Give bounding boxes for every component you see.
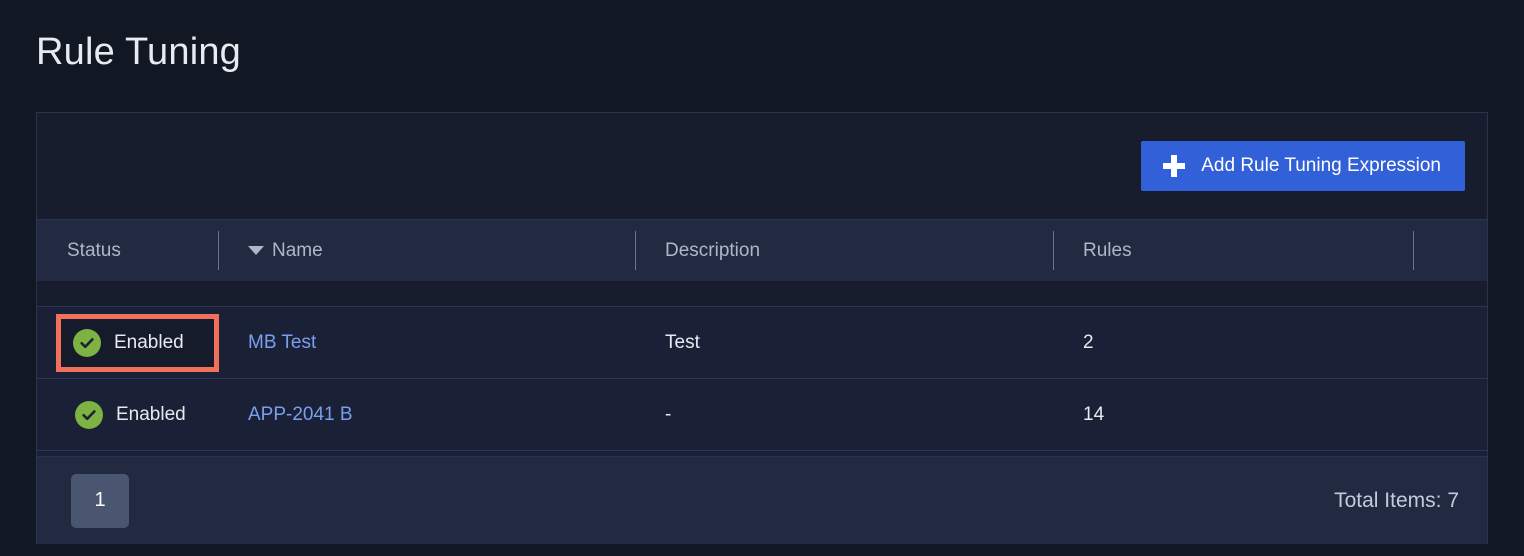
table-toolbar: Add Rule Tuning Expression — [37, 113, 1487, 219]
column-header-status-label: Status — [67, 239, 121, 261]
cell-name: MB Test — [218, 307, 635, 378]
page-title: Rule Tuning — [36, 31, 242, 73]
table-header-row: Status Name Description Rules — [37, 219, 1487, 281]
table-footer: 1 Total Items: 7 — [37, 456, 1487, 544]
status-badge-highlighted: Enabled — [56, 313, 219, 372]
add-rule-tuning-expression-button[interactable]: Add Rule Tuning Expression — [1141, 141, 1465, 191]
cell-description: Test — [665, 331, 700, 353]
column-header-name[interactable]: Name — [218, 220, 635, 281]
cell-actions — [1413, 307, 1487, 378]
pagination-page-1[interactable]: 1 — [71, 473, 129, 528]
cell-rules: 2 — [1083, 331, 1094, 353]
cell-name: APP-2041 B — [218, 379, 635, 450]
column-header-description[interactable]: Description — [635, 220, 1053, 281]
cell-status: Enabled — [37, 307, 219, 378]
check-circle-icon — [75, 400, 103, 429]
table-row[interactable]: Enabled MB Test Test 2 — [37, 307, 1487, 379]
column-header-rules-label: Rules — [1083, 239, 1132, 261]
cell-status: Enabled — [37, 379, 218, 450]
column-header-actions — [1413, 220, 1487, 281]
plus-icon — [1163, 155, 1186, 177]
check-circle-icon — [73, 328, 101, 357]
cell-description: - — [665, 403, 672, 425]
cell-actions — [1413, 379, 1487, 450]
caret-down-icon — [248, 246, 264, 255]
column-header-status[interactable]: Status — [37, 220, 218, 281]
status-badge: Enabled — [67, 395, 200, 435]
rule-name-link[interactable]: MB Test — [248, 332, 316, 354]
rule-tuning-page: Rule Tuning Add Rule Tuning Expression S… — [0, 0, 1524, 556]
status-label: Enabled — [114, 331, 184, 353]
table-filter-band — [37, 281, 1487, 307]
status-label: Enabled — [116, 403, 186, 425]
rule-tuning-table: Status Name Description Rules Enabled MB… — [37, 219, 1487, 456]
column-header-rules[interactable]: Rules — [1053, 220, 1413, 281]
rule-name-link[interactable]: APP-2041 B — [248, 404, 353, 426]
table-row[interactable]: Enabled APP-2041 B - 14 — [37, 379, 1487, 451]
cell-rules: 14 — [1083, 403, 1105, 425]
pagination: 1 — [71, 473, 129, 528]
rule-tuning-card: Add Rule Tuning Expression Status Name D… — [36, 112, 1488, 544]
column-header-description-label: Description — [665, 239, 761, 261]
add-button-label: Add Rule Tuning Expression — [1201, 155, 1441, 176]
column-header-name-label: Name — [272, 239, 323, 261]
total-items-label: Total Items: 7 — [1334, 488, 1459, 512]
